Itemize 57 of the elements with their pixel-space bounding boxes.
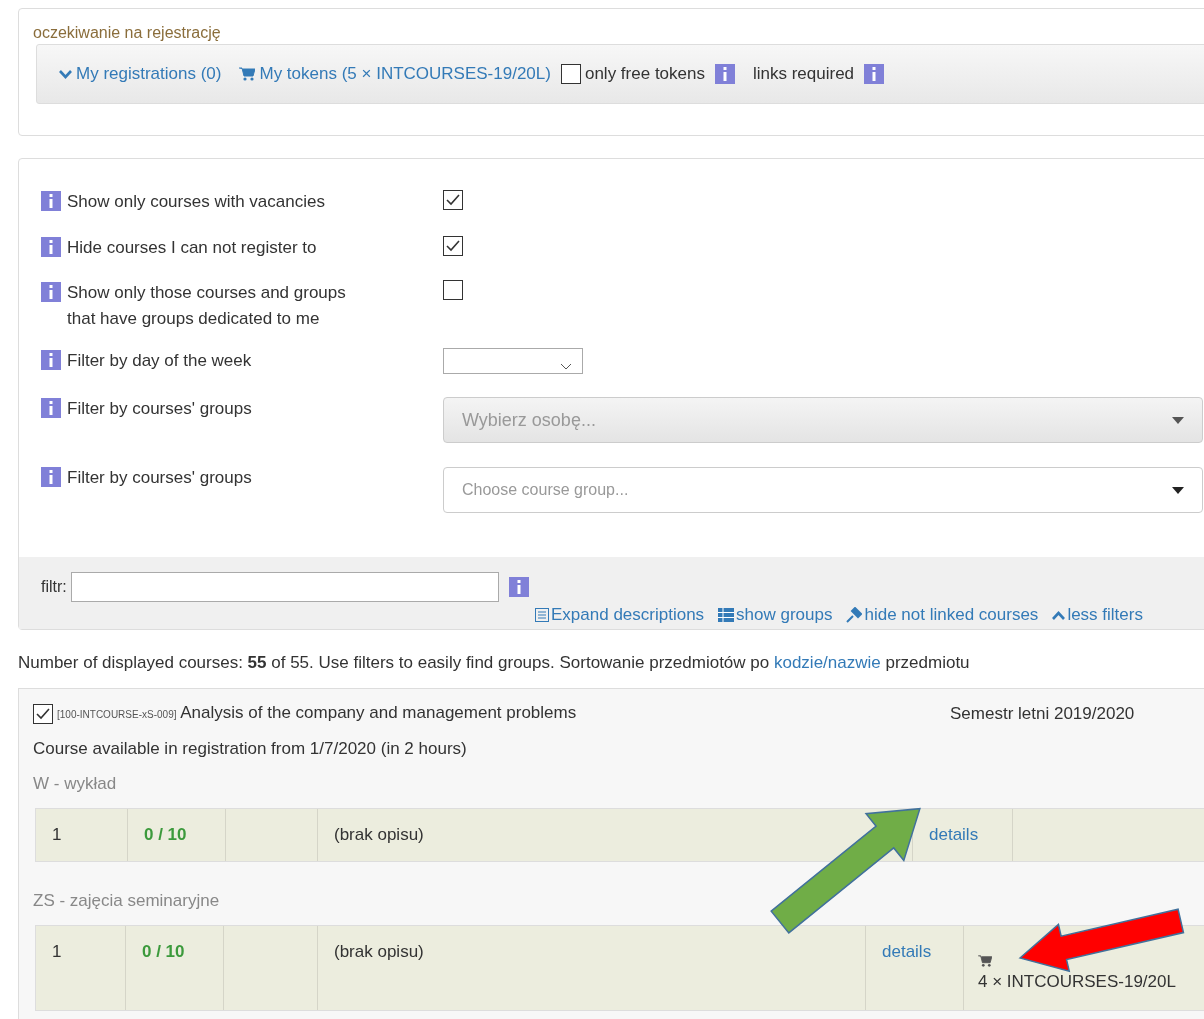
cart-icon [239,67,256,81]
list-icon [535,608,549,622]
registrations-link[interactable]: My registrations (0) [59,63,222,85]
availability-text: Course available in registration from 1/7/2020 (in 2 hours) [33,738,468,760]
info-icon[interactable] [41,282,61,302]
checkbox[interactable] [443,280,463,300]
seats-cell: 0 / 10 [126,926,224,1010]
links-required-label: links required [752,63,855,85]
checkbox-label: only free tokens [584,63,705,85]
cart-icon [978,955,992,967]
course-title: [100-INTCOURSE-xS-009] Analysis of the company and management problems [57,702,578,724]
action-link[interactable]: less filters [1052,604,1143,626]
filter-label: Show only courses with vacancies [67,191,325,213]
class-type-label: W - wykład [33,773,118,795]
chevron-down-icon [59,69,72,79]
tokens-link[interactable]: My tokens (5 × INTCOURSES-19/20L) [239,63,551,85]
checkbox[interactable] [443,236,463,256]
checkbox[interactable] [33,704,53,724]
class-type-label: ZS - zajęcia seminaryjne [33,890,221,912]
action-link[interactable]: Expand descriptions [535,604,705,626]
select-field[interactable]: Choose course group... [443,467,1203,513]
table-icon [718,608,735,622]
info-icon[interactable] [714,64,735,84]
info-icon[interactable] [508,577,529,597]
semester-label: Semestr letni 2019/2020 [950,703,1135,725]
select-field[interactable]: Wybierz osobę... [443,397,1203,443]
info-icon[interactable] [41,350,61,370]
checkbox[interactable] [443,190,463,210]
token-text: 4 × INTCOURSES-19/20L [978,971,1177,993]
filter-label: Hide courses I can not register to [67,237,317,259]
action-link[interactable]: show groups [718,604,833,626]
filter-label: Filter by day of the week [67,350,252,372]
filter-label: Filter by courses' groups [67,398,252,420]
info-icon[interactable] [864,64,885,84]
action-link[interactable]: hide not linked courses [846,604,1039,626]
group-number: 1 [36,809,128,861]
seats-cell: 0 / 10 [128,809,226,861]
details-link[interactable]: details [882,942,932,961]
group-number: 1 [36,926,126,1010]
summary-text: Number of displayed courses: 55 of 55. Use filters to easily find groups. Sortowanie przedmiotów po kodzie/nazwie przedmiotu [18,652,971,674]
info-icon[interactable] [41,467,61,487]
status-label: oczekiwanie na rejestrację [33,23,222,43]
filter-label: Show only those courses and groups that have groups dedicated to me [67,282,347,330]
day-dropdown[interactable] [443,348,583,374]
info-icon[interactable] [41,191,61,211]
filter-input[interactable] [70,572,499,602]
filter-label: filtr: [41,577,67,597]
chevron-down-icon [560,363,572,370]
info-icon[interactable] [41,237,61,257]
sort-link[interactable]: kodzie/nazwie [773,653,881,672]
chevron-up-icon [1052,610,1066,620]
info-icon[interactable] [41,398,61,418]
details-link[interactable]: details [929,825,979,844]
filter-label: Filter by courses' groups [67,467,252,489]
caret-icon [1172,416,1184,424]
checkbox[interactable] [560,64,581,84]
caret-icon [1172,486,1184,494]
